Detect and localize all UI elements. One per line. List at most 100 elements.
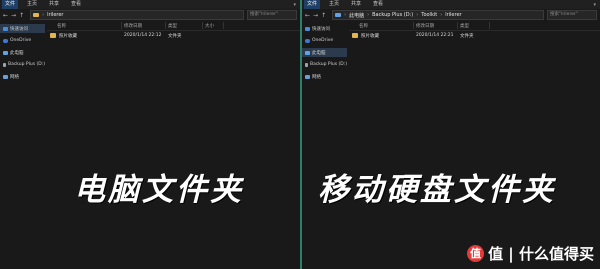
up-arrow-icon[interactable]: ↑ [19,12,24,19]
column-header-type[interactable]: 类型 [168,23,177,29]
sidebar-item-label: OneDrive [10,38,32,43]
sidebar-item-network[interactable]: 网络 [302,72,347,81]
breadcrumb-item[interactable]: Backup Plus (D:) [372,12,413,18]
sidebar-item-this-pc[interactable]: 此电脑 [302,48,347,57]
explorer-window-right: 文件 主页 共享 查看 ▾ ← → ↑ › 此电脑 › Backup Plus … [302,0,600,269]
sidebar-item-label: 此电脑 [10,50,24,56]
address-field[interactable]: › lrilerer [30,10,244,20]
column-divider[interactable] [223,22,224,29]
column-header-row: 名称 修改日期 类型 大小 [47,21,300,31]
file-row[interactable]: 照片收藏 2020/1/14 22:21 文件夹 [349,31,600,40]
breadcrumb-item[interactable]: lrilerer [47,12,63,18]
sidebar-item-label: 此电脑 [312,50,326,56]
column-divider[interactable] [202,22,203,29]
address-bar-right: ← → ↑ › 此电脑 › Backup Plus (D:) › Toolkit… [302,9,600,21]
column-header-row: 名称 修改日期 类型 [349,21,600,31]
tab-home[interactable]: 主页 [326,0,342,9]
chevron-down-icon[interactable]: ▾ [593,2,596,8]
file-modified: 2020/1/14 22:21 [416,33,454,38]
back-arrow-icon[interactable]: ← [305,12,310,19]
file-type: 文件夹 [168,34,182,39]
smzdm-logo-icon: 值 [467,245,485,262]
network-icon [305,74,310,79]
explorer-window-left: 文件 主页 共享 查看 ▾ ← → ↑ › lrilerer 搜索"lriler… [0,0,300,269]
up-arrow-icon[interactable]: ↑ [321,12,326,19]
column-header-modified[interactable]: 修改日期 [416,23,434,29]
column-header-type[interactable]: 类型 [460,23,469,29]
cloud-icon [305,38,310,43]
address-bar-left: ← → ↑ › lrilerer 搜索"lrilerer" [0,9,300,21]
sidebar-item-label: Backup Plus (D:) [309,62,347,67]
ribbon-right: 文件 主页 共享 查看 ▾ [302,0,600,9]
column-divider[interactable] [489,22,490,29]
folder-icon [50,33,56,38]
computer-icon [335,13,342,17]
ribbon-left: 文件 主页 共享 查看 ▾ [0,0,300,9]
computer-icon [3,50,8,55]
sidebar-item-quick-access[interactable]: 快速访问 [302,24,347,33]
drive-icon [3,62,6,67]
file-modified: 2020/1/14 22:12 [124,33,162,38]
column-header-name[interactable]: 名称 [359,23,368,29]
search-input[interactable]: 搜索"lrilerer" [247,10,297,20]
tab-share[interactable]: 共享 [46,0,62,9]
sidebar-item-onedrive[interactable]: OneDrive [302,36,347,45]
column-divider[interactable] [413,22,414,29]
sidebar-item-label: 快速访问 [312,26,330,32]
back-arrow-icon[interactable]: ← [3,12,8,19]
tab-view[interactable]: 查看 [370,0,386,9]
sidebar-item-backup-drive[interactable]: Backup Plus (D:) [302,60,347,69]
tab-share[interactable]: 共享 [348,0,364,9]
column-divider[interactable] [457,22,458,29]
computer-icon [305,50,310,55]
file-name: 照片收藏 [361,34,379,39]
sidebar-item-quick-access[interactable]: 快速访问 [0,24,45,33]
sidebar-item-label: OneDrive [312,38,334,43]
watermark-text: 值 | 什么值得买 [488,245,594,263]
breadcrumb-item[interactable]: lrilerer [445,12,461,18]
forward-arrow-icon[interactable]: → [11,12,16,19]
column-divider[interactable] [165,22,166,29]
breadcrumb-separator-icon: › [42,12,45,18]
breadcrumb-item[interactable]: 此电脑 [349,12,364,19]
file-name: 照片收藏 [59,34,77,39]
navigation-pane: 快速访问 OneDrive 此电脑 Backup Plus (D:) 网络 [0,24,45,269]
breadcrumb-separator-icon: › [440,12,443,18]
file-row[interactable]: 照片收藏 2020/1/14 22:12 文件夹 [47,31,300,40]
network-icon [3,74,8,79]
column-header-size[interactable]: 大小 [205,23,214,29]
chevron-down-icon[interactable]: ▾ [293,2,296,8]
tab-file[interactable]: 文件 [304,0,321,9]
file-list: 名称 修改日期 类型 照片收藏 2020/1/14 22:21 文件夹 [349,21,600,269]
folder-icon [352,33,358,38]
cloud-icon [3,38,8,43]
breadcrumb-item[interactable]: Toolkit [421,12,437,18]
sidebar-item-network[interactable]: 网络 [0,72,45,81]
star-icon [3,26,8,31]
tab-file[interactable]: 文件 [2,0,19,9]
tab-home[interactable]: 主页 [24,0,40,9]
sidebar-item-label: 网络 [312,74,321,80]
sidebar-item-label: 网络 [10,74,19,80]
sidebar-item-label: 快速访问 [10,26,28,32]
caption-computer-folder: 电脑文件夹 [74,172,244,208]
tab-view[interactable]: 查看 [68,0,84,9]
address-field[interactable]: › 此电脑 › Backup Plus (D:) › Toolkit › lri… [332,10,544,20]
screen: 文件 主页 共享 查看 ▾ ← → ↑ › lrilerer 搜索"lriler… [0,0,600,269]
column-divider[interactable] [121,22,122,29]
star-icon [305,26,310,31]
drive-icon [305,62,308,67]
caption-portable-drive-folder: 移动硬盘文件夹 [318,172,556,208]
column-header-name[interactable]: 名称 [57,23,66,29]
sidebar-item-onedrive[interactable]: OneDrive [0,36,45,45]
breadcrumb-separator-icon: › [344,12,347,18]
sidebar-item-this-pc[interactable]: 此电脑 [0,48,45,57]
navigation-pane: 快速访问 OneDrive 此电脑 Backup Plus (D:) 网络 [302,24,347,269]
search-input[interactable]: 搜索"lrilerer" [547,10,597,20]
nav-buttons: ← → ↑ [302,12,329,19]
column-header-modified[interactable]: 修改日期 [124,23,142,29]
forward-arrow-icon[interactable]: → [313,12,318,19]
sidebar-item-backup-drive[interactable]: Backup Plus (D:) [0,60,45,69]
breadcrumb-separator-icon: › [416,12,419,18]
breadcrumb-separator-icon: › [367,12,370,18]
